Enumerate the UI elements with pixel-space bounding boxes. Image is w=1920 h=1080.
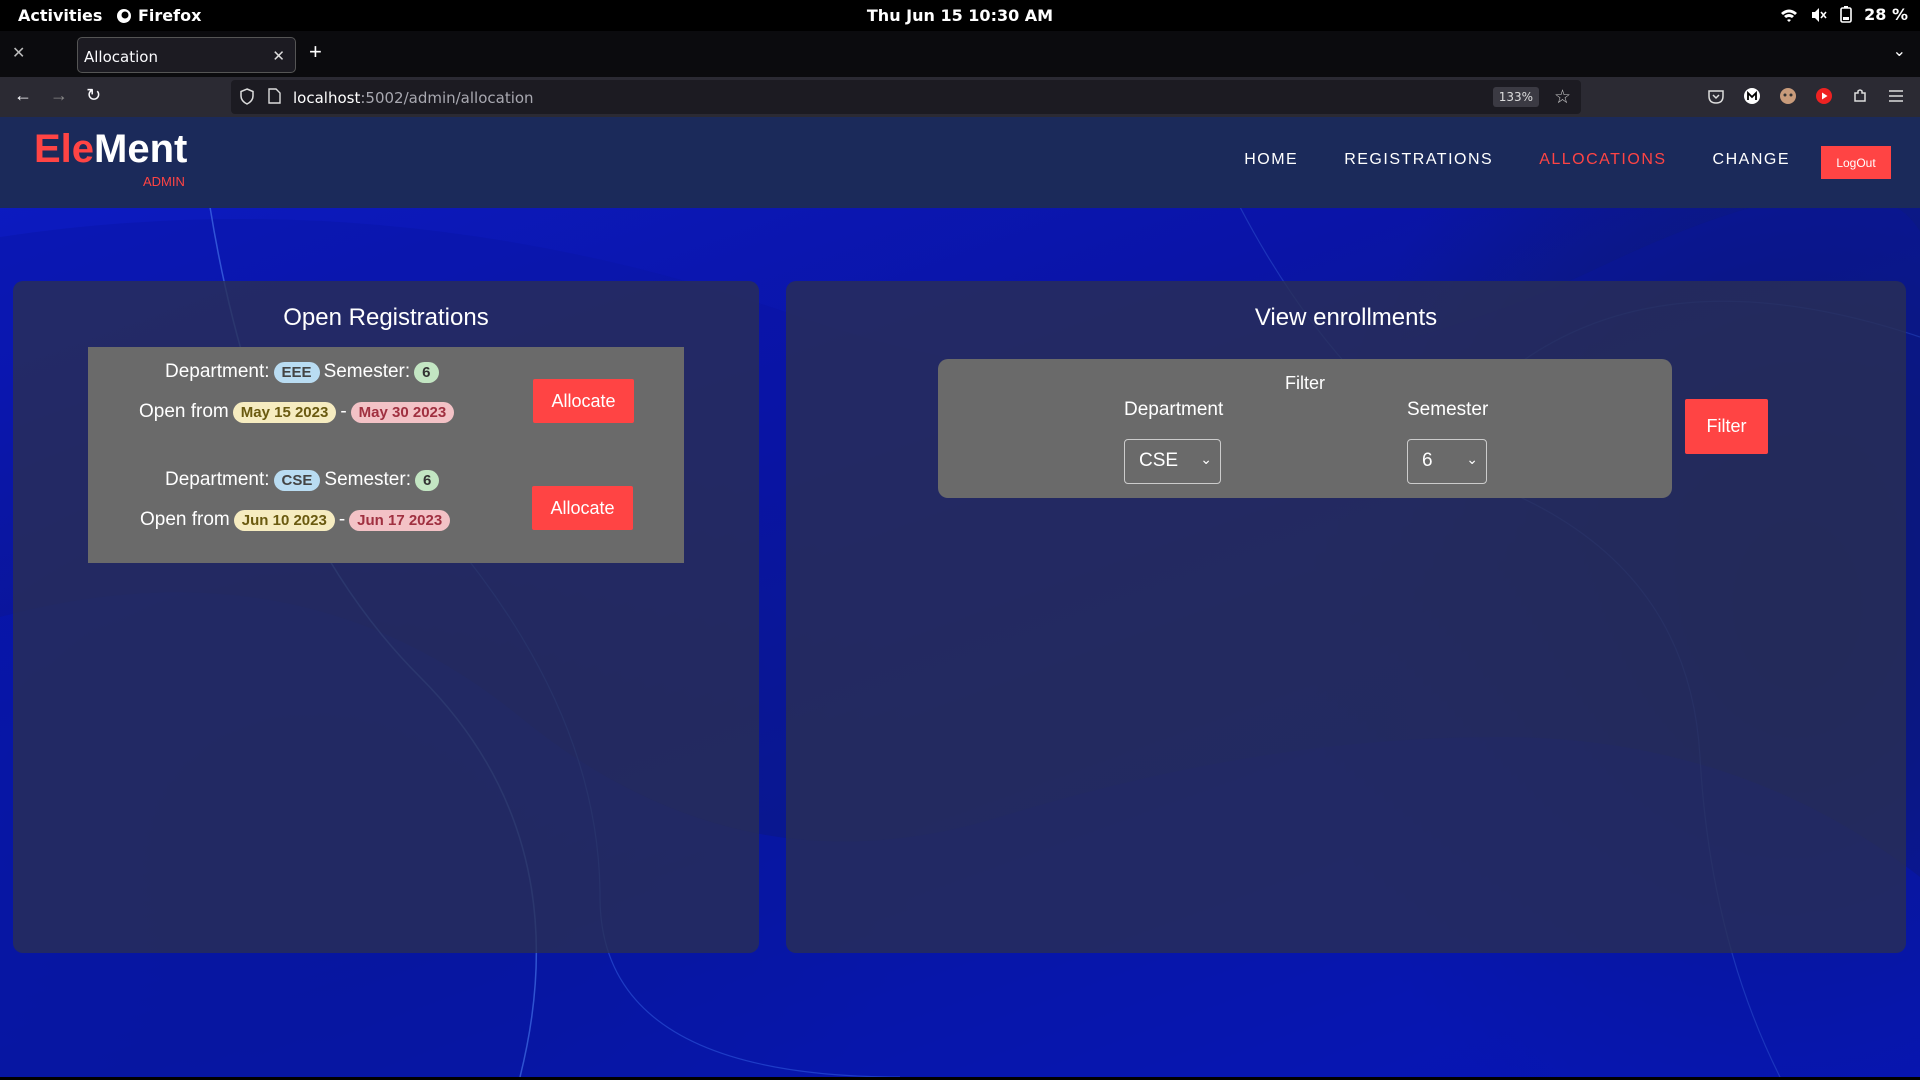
department-badge: EEE xyxy=(273,361,320,383)
department-select-value: CSE xyxy=(1139,450,1179,471)
semester-label: Semester: xyxy=(324,469,411,490)
url-host: localhost xyxy=(293,89,361,107)
allocate-button[interactable]: Allocate xyxy=(532,486,633,530)
semester-filter-label: Semester xyxy=(1407,399,1489,420)
semester-select[interactable]: 6 ⌄ xyxy=(1407,439,1487,484)
logo-part-1: Ele xyxy=(34,127,95,171)
site-nav: HOME REGISTRATIONS ALLOCATIONS CHANGE xyxy=(1244,151,1790,169)
page-icon xyxy=(268,88,281,108)
os-top-bar: Activities Firefox Thu Jun 15 10:30 AM 2… xyxy=(0,0,1920,31)
close-window-icon[interactable]: ✕ xyxy=(12,43,25,63)
filter-title: Filter xyxy=(1285,373,1325,393)
url-bar[interactable]: localhost:5002/admin/allocation 133% ☆ xyxy=(231,80,1581,114)
department-badge: CSE xyxy=(273,469,321,491)
site-header: EleMent ADMIN HOME REGISTRATIONS ALLOCAT… xyxy=(0,117,1920,208)
nav-registrations[interactable]: REGISTRATIONS xyxy=(1344,151,1493,169)
end-date-badge: May 30 2023 xyxy=(350,401,455,423)
open-from-label: Open from xyxy=(140,509,230,530)
browser-nav-bar: ← → ↻ localhost:5002/admin/allocation 13… xyxy=(0,77,1920,117)
site-logo[interactable]: EleMent xyxy=(34,127,187,172)
registrations-list: Department: EEE Semester: 6 Open from Ma… xyxy=(88,347,684,563)
semester-badge: 6 xyxy=(414,361,439,383)
youtube-extension-icon[interactable] xyxy=(1814,86,1834,106)
reload-icon[interactable]: ↻ xyxy=(86,85,101,106)
department-label: Department: xyxy=(165,469,270,490)
battery-icon xyxy=(1840,6,1852,23)
semester-label: Semester: xyxy=(323,361,411,382)
wifi-icon xyxy=(1780,7,1798,23)
extension-avatar-icon[interactable] xyxy=(1778,86,1798,106)
web-page: EleMent ADMIN HOME REGISTRATIONS ALLOCAT… xyxy=(0,117,1920,1077)
new-tab-button[interactable]: + xyxy=(309,39,322,65)
bookmark-star-icon[interactable]: ☆ xyxy=(1554,86,1571,108)
tab-title: Allocation xyxy=(84,48,158,66)
back-icon[interactable]: ← xyxy=(14,85,32,106)
end-date-badge: Jun 17 2023 xyxy=(349,509,451,531)
forward-icon[interactable]: → xyxy=(50,85,68,106)
list-item: Department: EEE Semester: 6 Open from Ma… xyxy=(88,347,684,455)
url-path: :5002/admin/allocation xyxy=(360,89,534,107)
allocate-button[interactable]: Allocate xyxy=(533,379,634,423)
chevron-down-icon: ⌄ xyxy=(1466,451,1478,467)
logout-button[interactable]: LogOut xyxy=(1821,146,1891,179)
logo-part-2: Ment xyxy=(94,127,188,171)
date-separator: - xyxy=(338,509,346,530)
extensions-puzzle-icon[interactable] xyxy=(1850,86,1870,106)
reg-line-1: Department: CSE Semester: 6 xyxy=(165,469,440,491)
battery-level: 28 % xyxy=(1864,5,1908,24)
filter-form: Filter Department Semester CSE ⌄ 6 ⌄ xyxy=(938,359,1672,498)
start-date-badge: Jun 10 2023 xyxy=(233,509,335,531)
nav-allocations[interactable]: ALLOCATIONS xyxy=(1539,151,1666,169)
panel-title: Open Registrations xyxy=(283,304,489,331)
semester-badge: 6 xyxy=(414,469,440,491)
department-select[interactable]: CSE ⌄ xyxy=(1124,439,1221,484)
clock[interactable]: Thu Jun 15 10:30 AM xyxy=(0,6,1920,25)
semester-select-value: 6 xyxy=(1422,450,1433,471)
panel-title: View enrollments xyxy=(1254,304,1438,331)
reg-line-2: Open from May 15 2023 - May 30 2023 xyxy=(139,401,455,423)
reg-line-2: Open from Jun 10 2023 - Jun 17 2023 xyxy=(140,509,451,531)
view-enrollments-panel: View enrollments Filter Department Semes… xyxy=(786,281,1906,953)
system-tray[interactable]: 28 % xyxy=(1780,5,1908,24)
open-registrations-panel: Open Registrations Department: EEE Semes… xyxy=(13,281,759,953)
volume-muted-icon xyxy=(1810,7,1828,23)
department-filter-label: Department xyxy=(1124,399,1224,420)
department-label: Department: xyxy=(165,361,270,382)
open-from-label: Open from xyxy=(139,401,229,422)
shield-icon[interactable] xyxy=(239,88,255,109)
reg-line-1: Department: EEE Semester: 6 xyxy=(165,361,439,383)
zoom-level[interactable]: 133% xyxy=(1492,87,1539,107)
tab-allocation[interactable]: Allocation ✕ xyxy=(77,37,296,73)
logo-subtitle: ADMIN xyxy=(143,174,185,189)
extension-m-icon[interactable] xyxy=(1742,86,1762,106)
start-date-badge: May 15 2023 xyxy=(232,401,337,423)
browser-tab-strip: ✕ Allocation ✕ + ⌄ xyxy=(0,31,1920,77)
close-tab-icon[interactable]: ✕ xyxy=(272,47,285,65)
nav-change[interactable]: CHANGE xyxy=(1713,151,1790,169)
date-separator: - xyxy=(340,401,347,422)
filter-button[interactable]: Filter xyxy=(1685,399,1768,454)
chevron-down-icon: ⌄ xyxy=(1200,451,1212,467)
hamburger-menu-icon[interactable] xyxy=(1886,86,1906,106)
nav-home[interactable]: HOME xyxy=(1244,151,1298,169)
list-all-tabs-icon[interactable]: ⌄ xyxy=(1893,41,1906,61)
pocket-icon[interactable] xyxy=(1706,86,1726,106)
url-text[interactable]: localhost:5002/admin/allocation xyxy=(293,89,534,107)
list-item: Department: CSE Semester: 6 Open from Ju… xyxy=(88,455,684,563)
